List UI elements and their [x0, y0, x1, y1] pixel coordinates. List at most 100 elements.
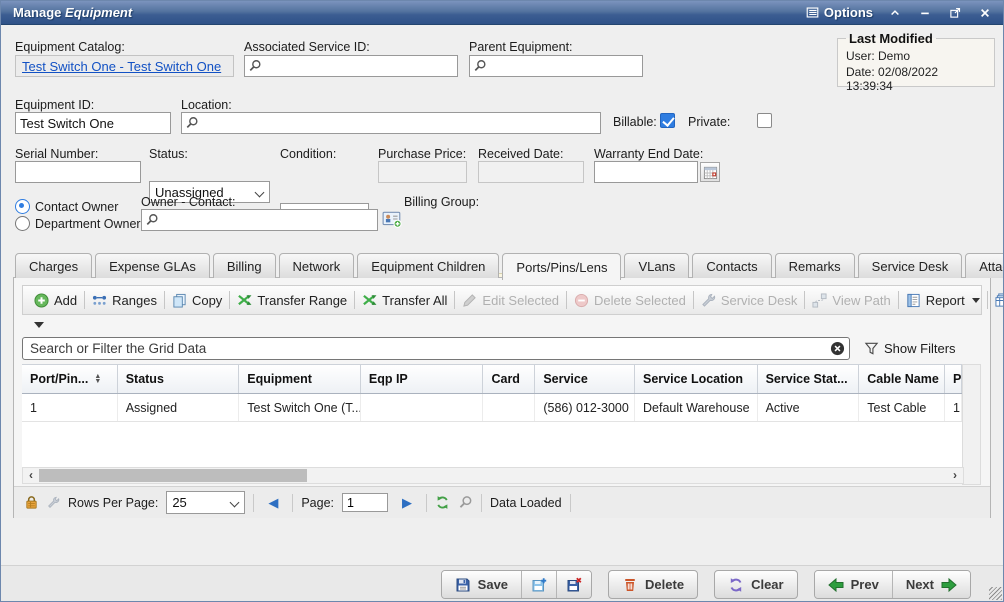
table-row[interactable]: 1AssignedTest Switch One (T...(586) 012-… [22, 394, 962, 422]
collapse-button[interactable] [887, 5, 903, 21]
minimize-button[interactable] [917, 5, 933, 21]
options-icon [806, 6, 819, 19]
show-filters-button[interactable]: Show Filters [864, 341, 956, 356]
ranges-button[interactable]: Ranges [85, 289, 164, 311]
location-input[interactable] [181, 112, 601, 134]
status-label: Status: [149, 147, 188, 161]
chevron-down-icon [255, 188, 265, 198]
billable-checkbox[interactable] [660, 113, 675, 128]
scroll-right-arrow[interactable]: › [947, 469, 963, 482]
lock-icon[interactable] [24, 495, 39, 510]
ports-grid: Port/Pin...▲▼StatusEquipmentEqp IPCardSe… [22, 364, 962, 470]
horizontal-scrollbar[interactable]: ‹ › [22, 467, 964, 484]
column-header-status[interactable]: Status [118, 365, 240, 393]
warranty-end-date-input[interactable] [594, 161, 698, 183]
previous-page-button[interactable]: ◀ [262, 495, 284, 511]
tab-equipment-children[interactable]: Equipment Children [357, 253, 499, 278]
tab-expense-glas[interactable]: Expense GLAs [95, 253, 210, 278]
rows-per-page-select[interactable]: 25 [166, 491, 245, 514]
next-button[interactable]: Next [893, 571, 970, 598]
close-button[interactable] [977, 5, 993, 21]
billable-label: Billable: [613, 115, 657, 129]
scrollbar-thumb[interactable] [39, 469, 307, 482]
column-header-card[interactable]: Card [483, 365, 535, 393]
next-page-button[interactable]: ▶ [396, 495, 418, 511]
serial-number-input[interactable] [15, 161, 141, 183]
clear-search-icon[interactable] [830, 341, 845, 356]
pager-settings-wrench-icon[interactable] [47, 496, 60, 509]
page-number-input[interactable] [342, 493, 388, 512]
clear-button[interactable]: Clear [714, 570, 798, 599]
save-close-icon [566, 577, 582, 593]
arrow-left-icon [828, 577, 844, 593]
tab-charges[interactable]: Charges [15, 253, 92, 278]
prev-button[interactable]: Prev [815, 571, 893, 598]
equipment-id-input[interactable] [15, 112, 171, 134]
column-header-service-location[interactable]: Service Location [635, 365, 758, 393]
tab-ports-pins-lens[interactable]: Ports/Pins/Lens [502, 253, 621, 280]
arrow-right-icon [941, 577, 957, 593]
transfer-range-button[interactable]: Transfer Range [230, 289, 354, 311]
scroll-left-arrow[interactable]: ‹ [23, 469, 39, 482]
tab-attachments[interactable]: Attachments [965, 253, 1004, 278]
add-contact-icon [382, 210, 402, 228]
column-header-cable-name[interactable]: Cable Name [859, 365, 945, 393]
options-button[interactable]: Options [806, 5, 873, 20]
department-owner-radio[interactable] [15, 216, 30, 231]
last-modified-date: Date: 02/08/2022 13:39:34 [846, 65, 986, 93]
magnifier-icon[interactable] [458, 495, 473, 510]
vertical-scrollbar[interactable] [962, 364, 981, 485]
equipment-catalog-link[interactable]: Test Switch One - Test Switch One [22, 59, 221, 74]
tab-service-desk[interactable]: Service Desk [858, 253, 963, 278]
service-desk-icon [701, 293, 716, 308]
tab-contacts[interactable]: Contacts [692, 253, 771, 278]
column-header-port-pin[interactable]: Port/Pin...▲▼ [22, 365, 118, 393]
received-date-input [478, 161, 584, 183]
copy-button[interactable]: Copy [165, 289, 229, 311]
column-header-eqp-ip[interactable]: Eqp IP [361, 365, 484, 393]
report-button[interactable]: Report [899, 289, 987, 311]
column-header-service[interactable]: Service [535, 365, 635, 393]
save-and-new-button[interactable] [522, 571, 557, 598]
add-contact-button[interactable] [382, 210, 402, 228]
tab-billing[interactable]: Billing [213, 253, 276, 278]
add-icon [34, 293, 49, 308]
save-button[interactable]: Save [442, 571, 522, 598]
department-owner-radio-row[interactable]: Department Owner [15, 216, 141, 231]
last-modified-user: User: Demo [846, 49, 986, 63]
transfer-all-button[interactable]: Transfer All [355, 289, 454, 311]
private-checkbox[interactable] [757, 113, 772, 128]
calendar-picker-button[interactable] [700, 162, 720, 182]
last-modified-legend: Last Modified [846, 31, 936, 46]
popout-button[interactable] [947, 5, 963, 21]
column-header-p[interactable]: P [945, 365, 962, 393]
grid-header: Port/Pin...▲▼StatusEquipmentEqp IPCardSe… [22, 364, 962, 394]
parent-equipment-input[interactable] [469, 55, 643, 77]
save-and-close-button[interactable] [557, 571, 591, 598]
toolbar-overflow-toggle[interactable] [32, 319, 50, 331]
rows-per-page-label: Rows Per Page: [68, 496, 158, 510]
contact-owner-radio-row[interactable]: Contact Owner [15, 199, 118, 214]
perspectives-icon [995, 293, 1004, 308]
grid-search-input[interactable] [22, 337, 850, 360]
title-bar[interactable]: Manage Equipment Options [1, 1, 1003, 25]
add-button[interactable]: Add [27, 289, 84, 311]
tab-remarks[interactable]: Remarks [775, 253, 855, 278]
parent-equipment-label: Parent Equipment: [469, 40, 573, 54]
billing-group-label: Billing Group: [404, 195, 479, 209]
column-header-service-stat[interactable]: Service Stat... [758, 365, 860, 393]
tab-network[interactable]: Network [279, 253, 355, 278]
associated-service-id-input[interactable] [244, 55, 458, 77]
delete-button[interactable]: Delete [608, 570, 698, 599]
column-header-equipment[interactable]: Equipment [239, 365, 361, 393]
refresh-icon[interactable] [435, 495, 450, 510]
tab-vlans[interactable]: VLans [624, 253, 689, 278]
owner-contact-input[interactable] [141, 209, 378, 231]
tab-strip: ChargesExpense GLAsBillingNetworkEquipme… [15, 253, 1004, 278]
grid-body: 1AssignedTest Switch One (T...(586) 012-… [22, 394, 962, 470]
perspectives-button[interactable]: Perspectives [988, 289, 1004, 311]
contact-owner-radio[interactable] [15, 199, 30, 214]
resize-grip[interactable] [989, 587, 1002, 600]
received-date-label: Received Date: [478, 147, 563, 161]
grid-cell [483, 394, 535, 421]
